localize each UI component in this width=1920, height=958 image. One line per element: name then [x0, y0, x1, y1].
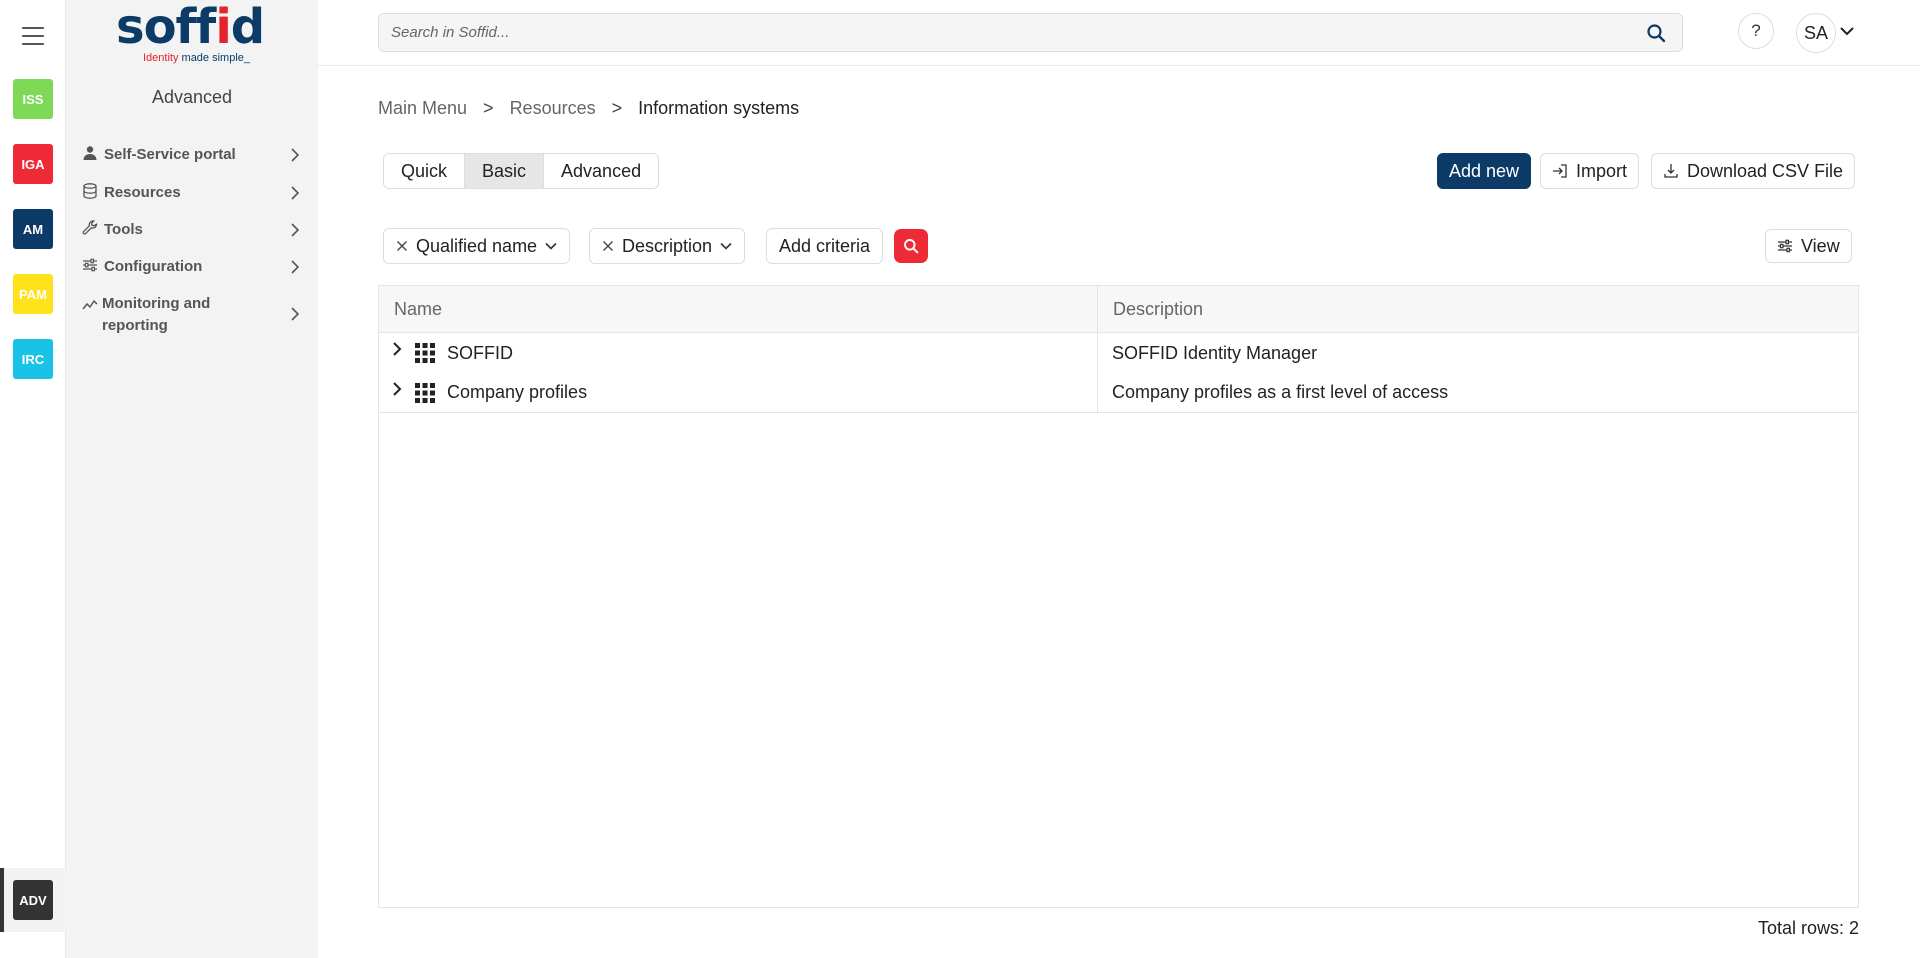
chevron-down-icon [720, 242, 732, 250]
chevron-right-icon [291, 307, 300, 321]
add-new-button[interactable]: Add new [1437, 153, 1532, 189]
global-search-input[interactable] [378, 13, 1683, 52]
table-row[interactable]: Company profiles Company profiles as a f… [379, 372, 1858, 413]
sidebar-item-monitoring-and-reporting[interactable]: Monitoring and reporting [66, 293, 318, 337]
sidebar-item-label: Monitoring and reporting [102, 295, 211, 334]
add-criteria-button[interactable]: Add criteria [766, 228, 884, 264]
table-row[interactable]: SOFFID SOFFID Identity Manager [379, 333, 1858, 373]
search-icon [904, 239, 919, 254]
database-icon [83, 183, 97, 199]
tab-quick[interactable]: Quick [384, 154, 466, 188]
view-label: View [1801, 235, 1840, 256]
add-criteria-label: Add criteria [779, 235, 871, 256]
download-icon [1664, 164, 1678, 178]
import-button[interactable]: Import [1540, 153, 1640, 189]
chevron-right-icon[interactable] [391, 341, 403, 357]
table-body: SOFFID SOFFID Identity Manager Company p… [379, 333, 1858, 413]
view-options-button[interactable]: View [1765, 229, 1852, 263]
breadcrumb-resources[interactable]: Resources [510, 98, 596, 119]
sidebar-item-label: Tools [104, 221, 143, 238]
breadcrumb-separator: > [611, 98, 623, 118]
app-tile-iss[interactable]: ISS [13, 79, 53, 119]
breadcrumb-main-menu[interactable]: Main Menu [378, 98, 467, 119]
top-bar: ? SA [318, 0, 1920, 66]
chevron-down-icon [545, 242, 557, 250]
logo-tag-red: Identity [143, 52, 179, 64]
column-header-description[interactable]: Description [1098, 286, 1858, 332]
soffid-logo[interactable]: soffid Identity made simple_ [116, 2, 271, 66]
add-new-label: Add new [1449, 160, 1520, 181]
download-csv-button[interactable]: Download CSV File [1651, 153, 1856, 189]
app-tile-adv[interactable]: ADV [13, 880, 53, 920]
sidebar-item-label: Resources [104, 184, 181, 201]
user-avatar-button[interactable]: SA [1796, 13, 1836, 53]
table-header: Name Description [379, 286, 1858, 333]
row-name: Company profiles [447, 382, 588, 402]
sidebar-item-tools[interactable]: Tools [66, 219, 318, 241]
chevron-right-icon [291, 223, 300, 237]
row-description: SOFFID Identity Manager [1112, 342, 1318, 363]
chart-line-icon [82, 299, 98, 310]
sidebar-item-self-service-portal[interactable]: Self-Service portal [66, 144, 318, 166]
chevron-right-icon [291, 260, 300, 274]
app-tile-am[interactable]: AM [13, 209, 53, 249]
tab-advanced[interactable]: Advanced [544, 154, 659, 188]
import-label: Import [1576, 160, 1628, 181]
filter-qualified-name[interactable]: Qualified name [383, 228, 571, 264]
tab-basic[interactable]: Basic [465, 154, 545, 188]
close-icon[interactable] [602, 240, 614, 252]
breadcrumb-separator: > [483, 98, 494, 118]
breadcrumb-current: Information systems [638, 98, 800, 118]
sidebar-item-configuration[interactable]: Configuration [66, 256, 318, 278]
filter-label: Description [622, 235, 713, 256]
row-description: Company profiles as a first level of acc… [1112, 382, 1449, 402]
total-rows-count: Total rows: 2 [1757, 918, 1859, 938]
sidebar-item-label: Self-Service portal [104, 146, 236, 163]
information-systems-table: Name Description SOFFID SOFFID Identity … [378, 285, 1859, 908]
logo-word-part2: i [215, 0, 231, 55]
app-tile-pam[interactable]: PAM [13, 274, 53, 314]
row-name: SOFFID [447, 342, 513, 363]
search-icon[interactable] [1646, 23, 1666, 43]
search-mode-tabs: Quick Basic Advanced [383, 153, 660, 189]
hamburger-menu-icon[interactable] [22, 27, 44, 45]
grid-icon [415, 343, 435, 363]
chevron-right-icon [291, 148, 300, 162]
filter-description[interactable]: Description [589, 228, 746, 264]
column-header-name[interactable]: Name [379, 286, 1098, 332]
download-csv-label: Download CSV File [1687, 160, 1844, 181]
breadcrumb: Main Menu > Resources > Information syst… [378, 98, 799, 119]
chevron-down-icon[interactable] [1840, 26, 1854, 36]
wrench-icon [82, 220, 98, 235]
sidebar: soffid Identity made simple_ Advanced Se… [66, 0, 318, 958]
sidebar-item-label: Configuration [104, 258, 203, 275]
sidebar-item-resources[interactable]: Resources [66, 182, 318, 204]
app-tile-irc[interactable]: IRC [13, 339, 53, 379]
help-button[interactable]: ? [1738, 13, 1774, 49]
logo-word-part1: soff [116, 0, 216, 55]
close-icon[interactable] [396, 240, 408, 252]
sidebar-title: Advanced [151, 87, 233, 107]
sliders-icon [83, 258, 97, 272]
person-icon [83, 146, 97, 160]
grid-icon [415, 382, 435, 403]
import-icon [1553, 164, 1567, 178]
filter-label: Qualified name [416, 235, 538, 256]
chevron-right-icon[interactable] [391, 381, 403, 397]
chevron-right-icon [291, 186, 300, 200]
app-rail: ISS IGA AM PAM IRC ADV [0, 0, 66, 958]
sliders-icon [1778, 239, 1792, 253]
search-submit-button[interactable] [894, 229, 928, 263]
logo-tag-rest: made simple_ [178, 52, 251, 64]
app-tile-iga[interactable]: IGA [13, 144, 53, 184]
logo-word-part3: d [230, 0, 265, 55]
